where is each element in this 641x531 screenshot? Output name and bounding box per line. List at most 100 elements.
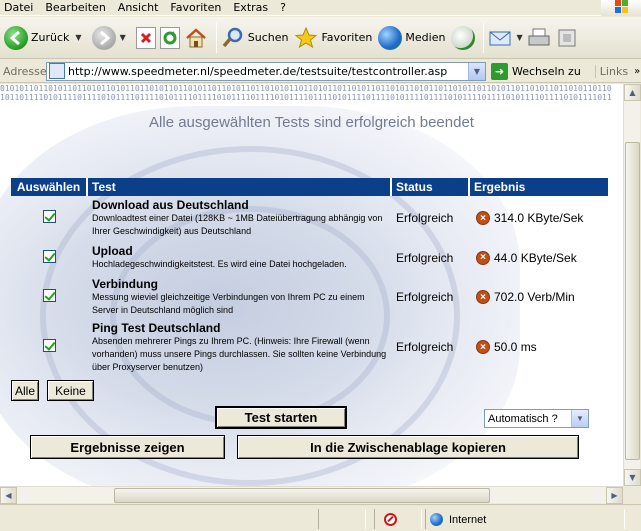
toolbar-separator	[215, 22, 217, 53]
search-button[interactable]: Suchen	[221, 21, 291, 55]
scroll-corner	[623, 486, 641, 503]
menu-ansicht[interactable]: Ansicht	[112, 1, 165, 14]
horizontal-scroll-thumb[interactable]	[114, 488, 490, 503]
status-bar: Internet	[0, 504, 641, 531]
forward-arrow-icon	[91, 25, 116, 50]
menu-bearbeiten[interactable]: Bearbeiten	[39, 1, 111, 14]
address-url: http://www.speedmeter.nl/speedmeter.de/t…	[68, 64, 448, 78]
test-description: Messung wieviel gleichzeitige Verbindung…	[92, 292, 365, 315]
security-zone: Internet	[430, 513, 486, 526]
test-result: 44.0 KByte/Sek	[494, 250, 577, 265]
select-none-button[interactable]: Keine	[47, 380, 94, 401]
result-x-icon: ×	[476, 250, 490, 265]
scroll-up-icon[interactable]: ▲	[624, 84, 641, 101]
back-dropdown-icon[interactable]: ▼	[75, 33, 81, 42]
star-icon	[294, 26, 318, 50]
test-name: Upload	[92, 244, 133, 258]
table-row: Ping Test Deutschland Absenden mehrerer …	[11, 319, 608, 375]
media-label: Medien	[405, 31, 446, 44]
menu-favoriten[interactable]: Favoriten	[164, 1, 227, 14]
favorites-button[interactable]: Favoriten	[294, 21, 374, 55]
test-checkbox[interactable]	[43, 339, 56, 352]
header-status: Status	[392, 178, 470, 196]
home-icon	[184, 26, 208, 50]
history-button[interactable]	[451, 21, 476, 55]
tests-table: Auswählen Test Status Ergebnis Download …	[11, 178, 608, 375]
chevron-down-icon[interactable]: ▼	[571, 410, 588, 427]
address-dropdown-icon[interactable]: ▼	[468, 62, 485, 80]
media-button[interactable]: Medien	[378, 21, 447, 55]
back-arrow-icon	[4, 25, 28, 50]
table-row: Download aus Deutschland Downloadtest ei…	[11, 196, 608, 240]
window-icon	[555, 26, 579, 50]
scroll-left-icon[interactable]: ◀	[0, 487, 17, 504]
copy-clipboard-button[interactable]: In die Zwischenablage kopieren	[237, 435, 579, 459]
forward-button[interactable]: ▼	[91, 21, 126, 55]
forward-dropdown-icon[interactable]: ▼	[120, 33, 126, 42]
page-content: 0101011011010110110101101011011010110110…	[0, 84, 623, 486]
result-x-icon: ×	[476, 340, 490, 354]
history-icon	[451, 25, 476, 50]
links-label[interactable]: Links	[594, 64, 628, 78]
result-x-icon: ×	[476, 211, 490, 225]
header-select: Auswählen	[11, 178, 88, 196]
menu-datei[interactable]: Datei	[0, 1, 39, 14]
menu-extras[interactable]: Extras	[227, 1, 274, 14]
address-input[interactable]: http://www.speedmeter.nl/speedmeter.de/t…	[46, 61, 486, 81]
mail-icon	[488, 26, 512, 50]
page-title: Alle ausgewählten Tests sind erfolgreich…	[149, 114, 474, 131]
header-result: Ergebnis	[470, 178, 608, 196]
binary-line-2: 1011011110101111011110101111011110101111…	[0, 93, 612, 102]
back-button[interactable]: Zurück ▼	[4, 21, 82, 55]
scroll-right-icon[interactable]: ▶	[606, 487, 623, 504]
menu-help[interactable]: ?	[274, 1, 292, 14]
media-icon	[378, 25, 403, 50]
binary-line-1: 0101011011010110110101101011011010110110…	[0, 84, 612, 93]
go-button[interactable]: ➜ Wechseln zu	[491, 62, 581, 80]
test-status: Erfolgreich	[396, 340, 454, 354]
messenger-button[interactable]	[555, 21, 579, 55]
test-checkbox[interactable]	[43, 249, 56, 263]
stop-button[interactable]	[135, 21, 156, 55]
horizontal-scrollbar[interactable]: ◀ ▶	[0, 486, 623, 504]
printer-icon	[527, 26, 551, 50]
test-status: Erfolgreich	[396, 211, 454, 225]
mail-dropdown-icon[interactable]: ▼	[516, 33, 522, 42]
windows-flag-icon	[615, 0, 629, 14]
select-all-button[interactable]: Alle	[11, 380, 39, 401]
test-checkbox[interactable]	[43, 289, 56, 302]
windows-logo	[601, 0, 641, 16]
vertical-scroll-thumb[interactable]	[625, 142, 640, 460]
header-test: Test	[88, 178, 392, 196]
status-pane	[374, 509, 422, 529]
table-row: Upload Hochladegeschwindigkeitstest. Es …	[11, 240, 608, 275]
popup-blocked-icon[interactable]	[384, 513, 397, 526]
home-button[interactable]	[184, 21, 208, 55]
search-label: Suchen	[247, 31, 289, 44]
menu-bar: Datei Bearbeiten Ansicht Favoriten Extra…	[0, 0, 641, 16]
vertical-scrollbar[interactable]: ▲ ▼	[623, 84, 641, 486]
test-checkbox[interactable]	[43, 210, 56, 223]
chevron-right-icon[interactable]: »	[634, 66, 640, 77]
address-bar: Adresse http://www.speedmeter.nl/speedme…	[0, 60, 641, 83]
test-status: Erfolgreich	[396, 290, 454, 304]
mail-button[interactable]: ▼	[488, 21, 523, 55]
show-results-button[interactable]: Ergebnisse zeigen	[30, 435, 225, 459]
result-x-icon: ×	[476, 290, 490, 304]
go-label: Wechseln zu	[512, 64, 581, 78]
server-select[interactable]: Automatisch ? ▼	[484, 409, 589, 428]
stop-icon	[135, 26, 156, 49]
test-description: Hochladegeschwindigkeitstest. Es wird ei…	[92, 259, 347, 269]
refresh-icon	[159, 26, 180, 49]
scroll-down-icon[interactable]: ▼	[624, 469, 641, 486]
toolbar: Zurück ▼ ▼ Suchen Favoriten Medien ▼	[0, 17, 641, 59]
refresh-button[interactable]	[159, 21, 180, 55]
go-arrow-icon: ➜	[491, 62, 508, 80]
test-name: Verbindung	[92, 277, 158, 291]
favorites-label: Favoriten	[321, 31, 373, 44]
test-description: Downloadtest einer Datei (128KB ~ 1MB Da…	[92, 213, 383, 236]
print-button[interactable]	[527, 21, 551, 55]
toolbar-separator	[483, 22, 485, 53]
address-label: Adresse	[3, 64, 47, 78]
start-test-button[interactable]: Test starten	[215, 406, 347, 429]
